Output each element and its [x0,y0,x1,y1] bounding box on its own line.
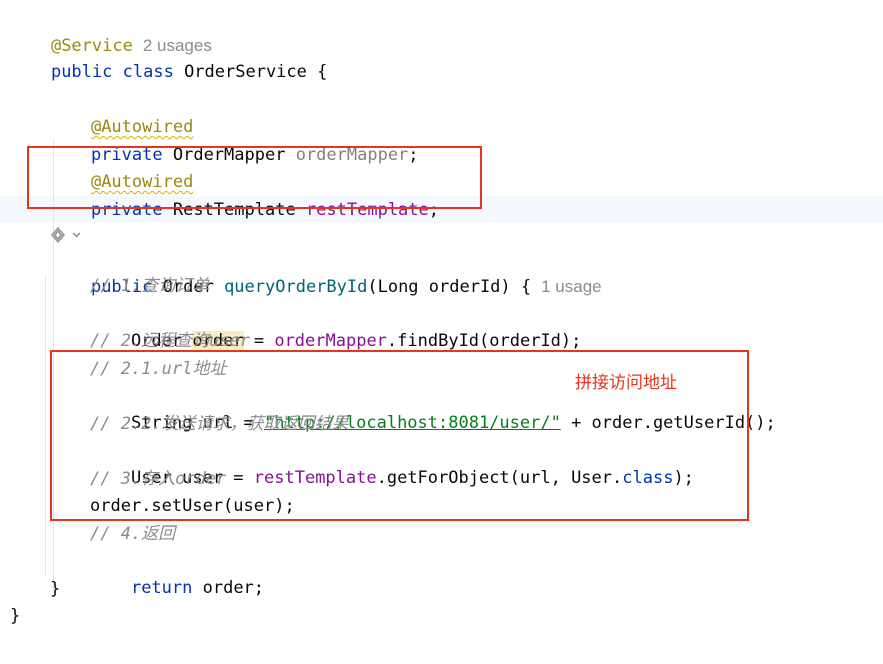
keyword-class: class [122,62,174,82]
field-ref: orderMapper [274,331,387,351]
return-value: order; [192,578,265,598]
code-line[interactable]: Order order = orderMapper.findById(order… [90,301,581,351]
code-line[interactable]: @Autowired [50,87,193,137]
code-line[interactable]: return order; [90,548,264,598]
indent-guide [45,276,46,576]
chevron-down-icon [72,232,81,238]
open-brace: { [317,62,328,82]
code-line[interactable]: private OrderMapper orderMapper; [50,115,419,165]
code-line[interactable]: public Order queryOrderById(Long orderId… [50,246,602,297]
annotation-label: 拼接访问地址 [575,373,677,393]
method-name: queryOrderById [224,277,368,297]
method-params: (Long orderId) { [367,277,532,297]
class-name: OrderService [184,62,307,82]
comment-line[interactable]: // 1.查询订单 [90,273,209,300]
usages-hint[interactable]: 1 usage [541,277,602,296]
spring-bean-icon[interactable] [49,226,85,244]
highlight-box-resttemplate-field [27,146,482,209]
code-line[interactable]: @Service 2 usages [10,5,212,56]
method-call: .findById(orderId); [386,331,582,351]
keyword-public: public [50,62,113,82]
class-close-brace[interactable]: } [10,603,20,630]
method-close-brace[interactable]: } [50,576,60,603]
code-line[interactable]: public class OrderService { [10,32,327,82]
assign-op: = [253,331,265,351]
keyword-return: return [130,578,193,598]
comment-line[interactable]: // 4.返回 [90,521,175,548]
